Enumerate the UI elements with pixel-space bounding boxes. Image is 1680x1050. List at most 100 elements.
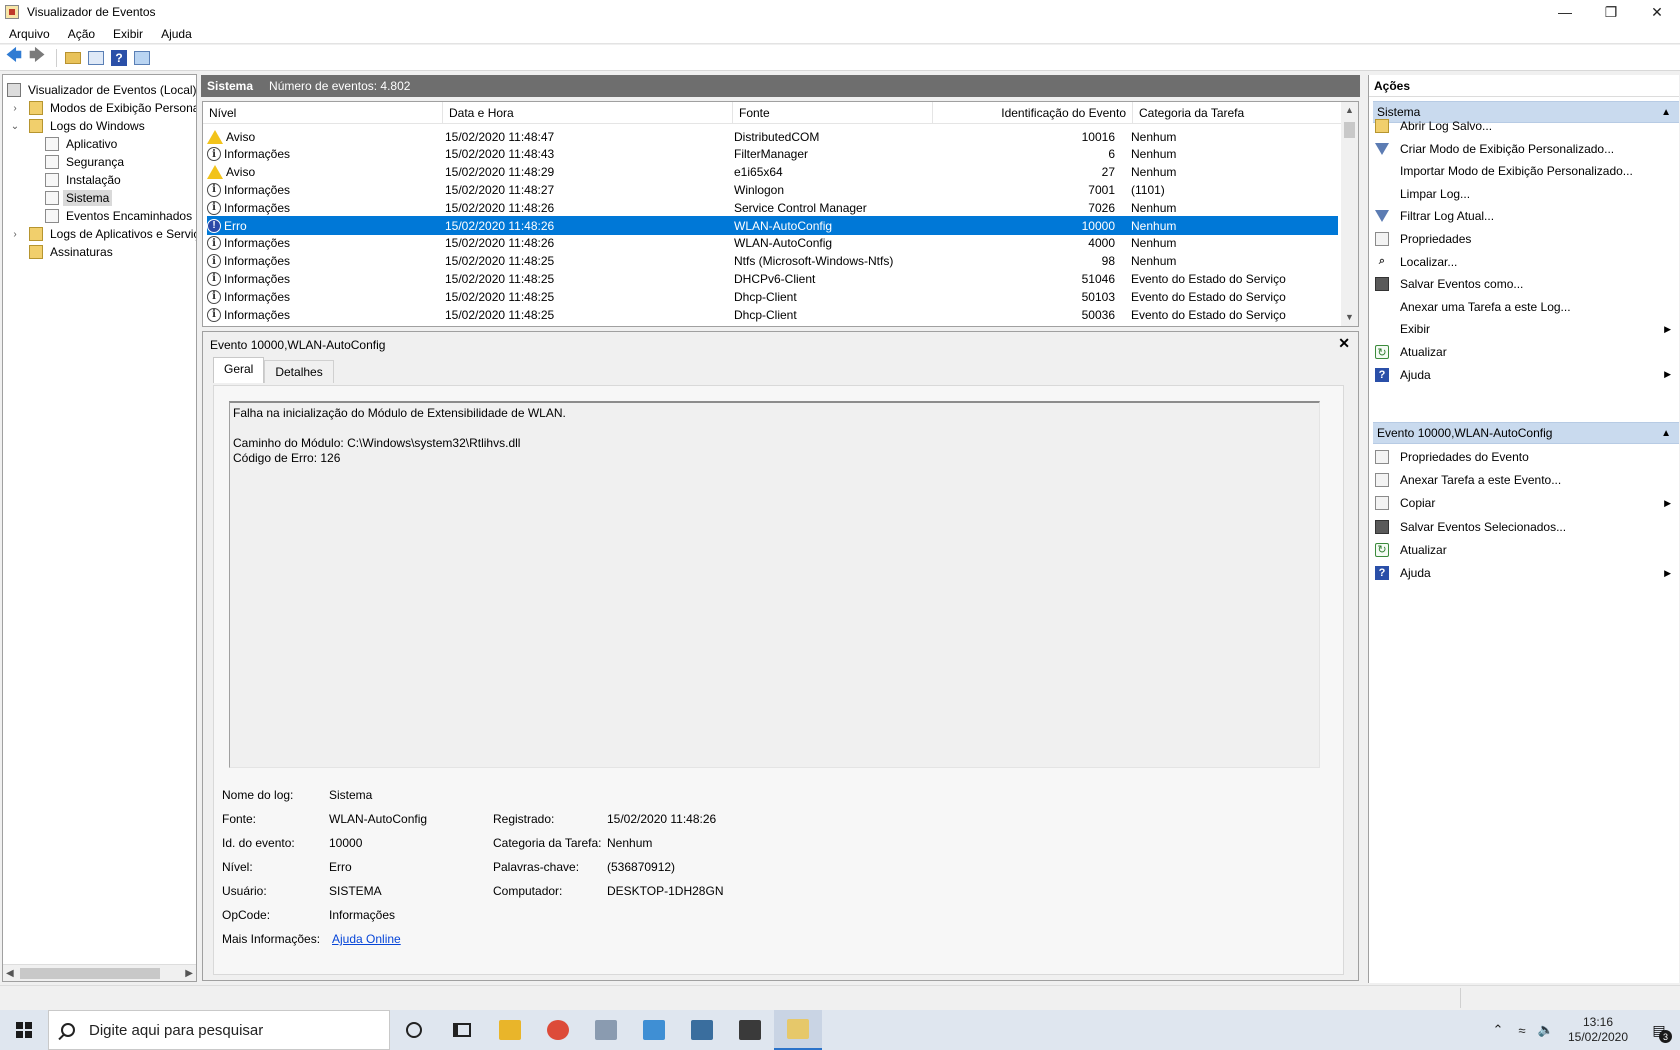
menu-arquivo[interactable]: Arquivo <box>0 27 59 41</box>
taskbar-app-file-explorer[interactable] <box>486 1010 534 1050</box>
cell-datetime: 15/02/2020 11:48:47 <box>445 129 555 144</box>
detail-close-button[interactable]: ✕ <box>1338 335 1350 352</box>
taskbar-app-calculator[interactable] <box>726 1010 774 1050</box>
show-hide-actions-button[interactable] <box>132 48 152 68</box>
restore-button[interactable]: ❐ <box>1588 0 1634 24</box>
action-item[interactable]: Propriedades do Evento <box>1375 446 1679 468</box>
cell-level: Aviso <box>207 165 441 180</box>
taskbar-app-computer-management[interactable] <box>678 1010 726 1050</box>
table-row[interactable]: i Informações 15/02/2020 11:48:25 Dhcp-Clie… <box>207 287 1338 306</box>
table-row[interactable]: i Informações 15/02/2020 11:48:25 Dhcp-Clie… <box>207 305 1338 324</box>
action-label: Anexar Tarefa a este Evento... <box>1400 473 1562 488</box>
chevron-down-icon[interactable]: ⌄ <box>9 121 21 132</box>
column-id-evento[interactable]: Identificação do Evento <box>933 102 1133 124</box>
tree-item-eventos-encaminhados[interactable]: Eventos Encaminhados <box>45 207 195 225</box>
chevron-right-icon[interactable]: › <box>9 103 21 114</box>
table-row[interactable]: i Informações 15/02/2020 11:48:25 Ntfs (Mic… <box>207 252 1338 271</box>
action-item[interactable]: ⌕ Localizar... <box>1375 251 1679 273</box>
table-row[interactable]: ! Erro 15/02/2020 11:48:26 WLAN-AutoConfig 1… <box>207 216 1338 235</box>
tree-horizontal-scrollbar[interactable]: ◀ ▶ <box>3 964 196 981</box>
menu-ajuda[interactable]: Ajuda <box>152 27 201 41</box>
tree-item-aplicativo[interactable]: Aplicativo <box>45 135 120 153</box>
action-item[interactable]: Anexar Tarefa a este Evento... <box>1375 469 1679 491</box>
help-button[interactable]: ? <box>109 48 129 68</box>
scroll-down-icon[interactable]: ▼ <box>1341 309 1358 326</box>
scroll-up-icon[interactable]: ▲ <box>1341 102 1358 119</box>
menu-exibir[interactable]: Exibir <box>104 27 152 41</box>
close-button[interactable]: ✕ <box>1634 0 1680 24</box>
column-fonte[interactable]: Fonte <box>733 102 933 124</box>
tree-item-windows-logs[interactable]: ⌄ Logs do Windows <box>9 117 148 135</box>
scroll-thumb[interactable] <box>1344 122 1355 138</box>
action-item[interactable]: Salvar Eventos Selecionados... <box>1375 516 1679 538</box>
action-item[interactable]: Anexar uma Tarefa a este Log... <box>1375 296 1679 318</box>
taskbar-app-chrome[interactable] <box>534 1010 582 1050</box>
table-row[interactable]: Aviso 15/02/2020 11:48:47 DistributedCOM 10… <box>207 127 1338 146</box>
taskbar-app-event-viewer[interactable] <box>774 1010 822 1050</box>
table-row[interactable]: i Informações 15/02/2020 11:48:26 WLAN-Auto… <box>207 234 1338 253</box>
action-item[interactable]: ? Ajuda ▶ <box>1375 562 1679 584</box>
action-item[interactable]: ↻ Atualizar <box>1375 539 1679 561</box>
scroll-right-icon[interactable]: ▶ <box>185 968 193 979</box>
column-nivel[interactable]: Nível <box>203 102 443 124</box>
collapse-icon[interactable]: ▲ <box>1661 428 1671 439</box>
scroll-thumb[interactable] <box>20 967 160 979</box>
minimize-icon: — <box>1558 4 1572 20</box>
tab-geral[interactable]: Geral <box>213 357 265 383</box>
cell-source: e1i65x64 <box>734 165 783 180</box>
cortana-button[interactable] <box>390 1010 438 1050</box>
chevron-up-icon[interactable]: ⌃ <box>1486 1022 1510 1038</box>
action-item[interactable]: Criar Modo de Exibição Personalizado... <box>1375 138 1679 160</box>
forward-button[interactable]: 🡆 <box>27 47 47 68</box>
actions-section-event[interactable]: Evento 10000,WLAN-AutoConfig ▲ <box>1373 422 1679 444</box>
action-item[interactable]: Exibir ▶ <box>1375 318 1679 340</box>
start-button[interactable] <box>0 1010 48 1050</box>
taskbar-app-remote-desktop[interactable] <box>630 1010 678 1050</box>
tree-item-local[interactable]: Visualizador de Eventos (Local) <box>7 81 196 99</box>
tree-item-instalacao[interactable]: Instalação <box>45 171 124 189</box>
tree-item-custom-views[interactable]: › Modos de Exibição Personalizados <box>9 99 196 117</box>
action-item[interactable]: Abrir Log Salvo... <box>1375 115 1679 137</box>
scroll-left-icon[interactable]: ◀ <box>6 968 14 979</box>
menu-acao[interactable]: Ação <box>59 27 104 41</box>
arrow-right-icon: 🡆 <box>29 47 45 64</box>
events-vertical-scrollbar[interactable]: ▲ ▼ <box>1341 102 1358 326</box>
action-item[interactable]: Copiar ▶ <box>1375 492 1679 514</box>
chevron-right-icon[interactable]: › <box>9 229 21 240</box>
action-item[interactable]: Salvar Eventos como... <box>1375 273 1679 295</box>
show-hide-tree-button[interactable] <box>86 48 106 68</box>
action-item[interactable]: Importar Modo de Exibição Personalizado.… <box>1375 160 1679 182</box>
tree-item-sistema[interactable]: Sistema <box>45 189 113 207</box>
task-view-button[interactable] <box>438 1010 486 1050</box>
table-row[interactable]: i Informações 15/02/2020 11:48:43 FilterMan… <box>207 145 1338 164</box>
table-row[interactable]: i Informações 15/02/2020 11:48:27 Winlogon 7… <box>207 180 1338 199</box>
cell-datetime: 15/02/2020 11:48:26 <box>445 236 555 251</box>
up-folder-button[interactable] <box>63 48 83 68</box>
tree-item-seguranca[interactable]: Segurança <box>45 153 127 171</box>
tree-item-app-service-logs[interactable]: › Logs de Aplicativos e Serviços <box>9 225 196 243</box>
online-help-link[interactable]: Ajuda Online <box>332 932 401 946</box>
table-row[interactable]: i Informações 15/02/2020 11:48:26 Service C… <box>207 198 1338 217</box>
column-categoria[interactable]: Categoria da Tarefa <box>1133 102 1343 124</box>
action-item[interactable]: Filtrar Log Atual... <box>1375 205 1679 227</box>
action-item[interactable]: Limpar Log... <box>1375 183 1679 205</box>
clock[interactable]: 13:16 15/02/2020 <box>1558 1015 1638 1045</box>
logged-value: 15/02/2020 11:48:26 <box>607 812 717 826</box>
action-item[interactable]: ? Ajuda ▶ <box>1375 364 1679 386</box>
action-item[interactable]: ↻ Atualizar <box>1375 341 1679 363</box>
event-description[interactable]: Falha na inicialização do Módulo de Exte… <box>229 401 1320 768</box>
column-data-hora[interactable]: Data e Hora <box>443 102 733 124</box>
back-button[interactable]: 🡄 <box>4 47 24 68</box>
tree-item-assinaturas[interactable]: Assinaturas <box>29 243 116 261</box>
network-icon[interactable]: ≈ <box>1510 1023 1534 1038</box>
tab-detalhes[interactable]: Detalhes <box>264 360 334 383</box>
taskbar-search[interactable]: Digite aqui para pesquisar <box>48 1010 390 1050</box>
action-item[interactable]: Propriedades <box>1375 228 1679 250</box>
table-row[interactable]: Aviso 15/02/2020 11:48:29 e1i65x64 27 Nenhum <box>207 163 1338 182</box>
action-center-button[interactable]: ▤ 3 <box>1638 1010 1680 1050</box>
minimize-button[interactable]: — <box>1542 0 1588 24</box>
taskbar-app-photos[interactable] <box>582 1010 630 1050</box>
volume-icon[interactable]: 🔈 <box>1534 1022 1558 1038</box>
table-row[interactable]: i Informações 15/02/2020 11:48:25 DHCPv6-Cl… <box>207 269 1338 288</box>
cell-level: i Informações <box>207 182 441 197</box>
